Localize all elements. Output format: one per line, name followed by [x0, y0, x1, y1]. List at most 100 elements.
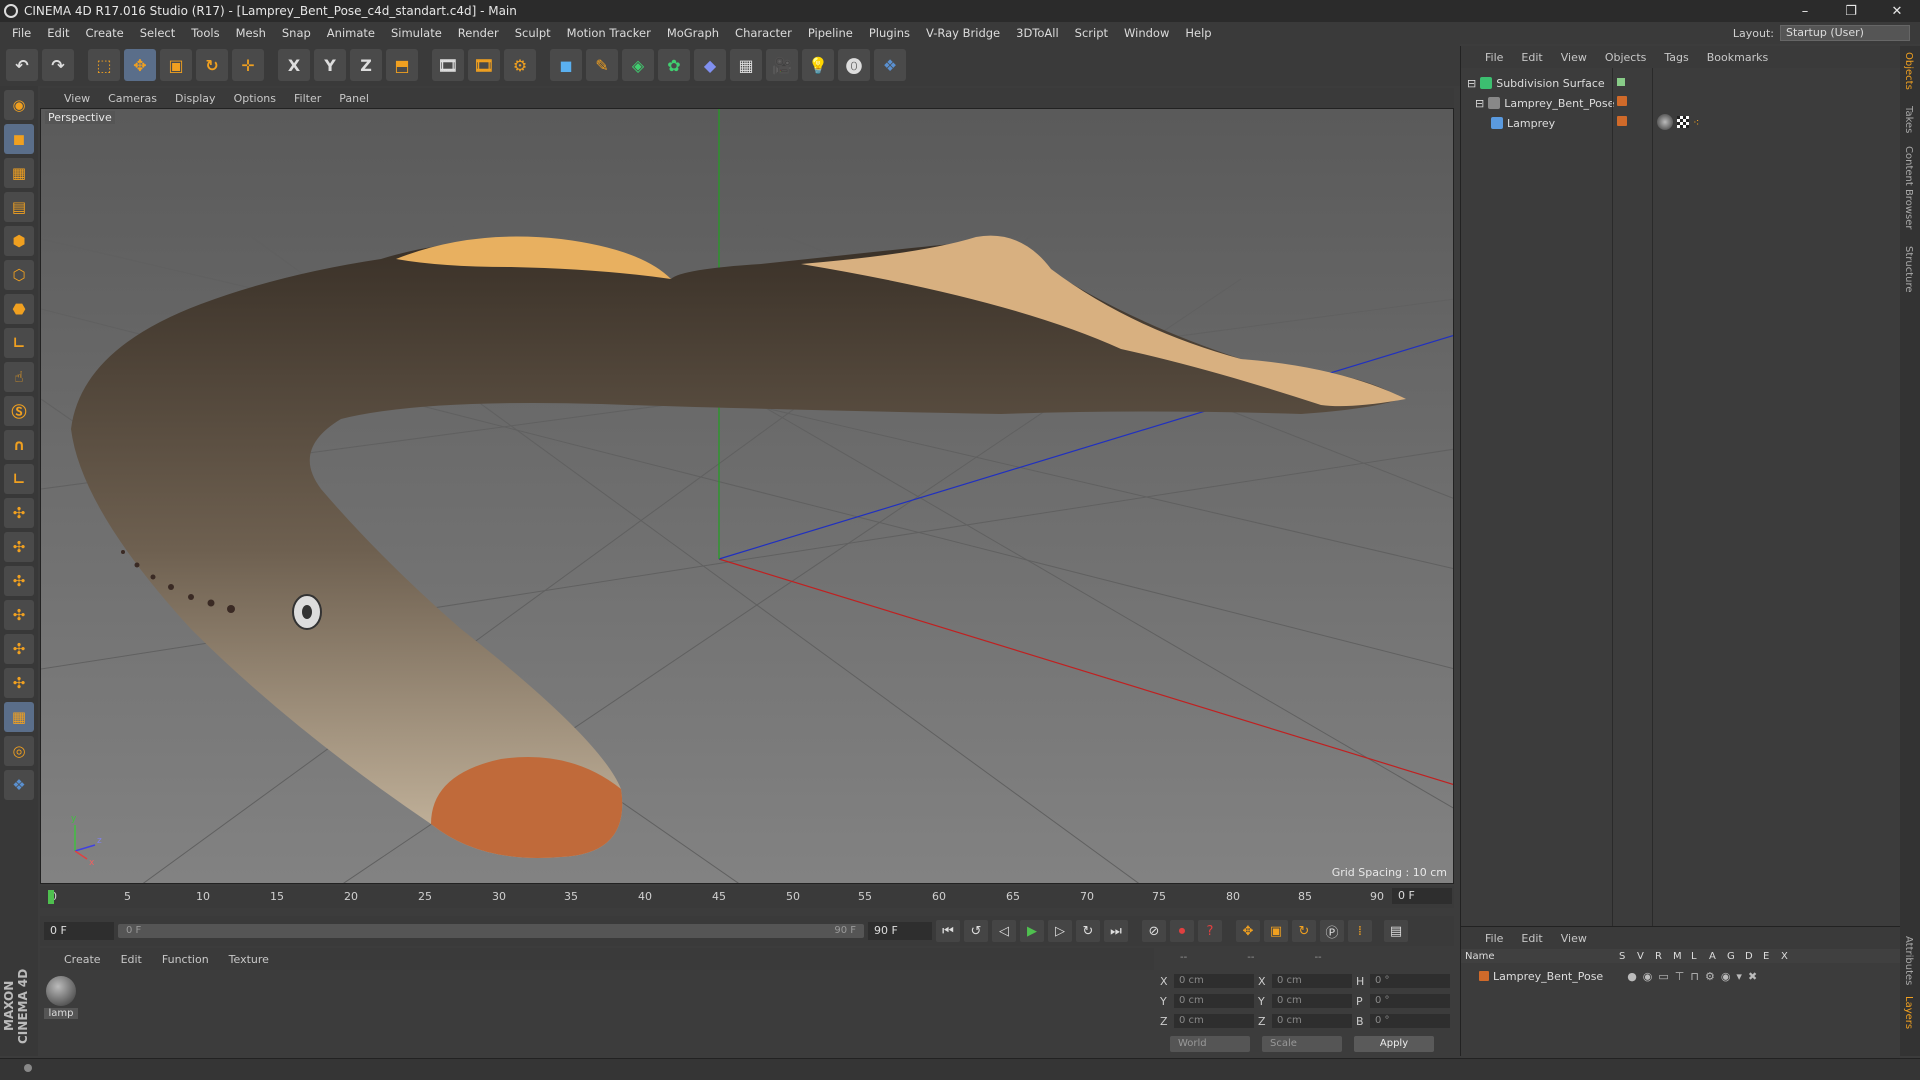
paint-icon[interactable]: ✣	[4, 668, 34, 698]
rotation-b-field[interactable]: 0 °	[1370, 1014, 1450, 1028]
layer-swatch-icon[interactable]	[1617, 96, 1627, 109]
key-pla-icon[interactable]: ⁞	[1348, 920, 1372, 942]
start-frame-field[interactable]: 0 F	[44, 922, 114, 940]
menu-mesh[interactable]: Mesh	[228, 26, 274, 40]
render-picture-viewer-icon[interactable]: 🎞	[468, 49, 500, 81]
coord-system-dropdown[interactable]: World	[1170, 1036, 1250, 1052]
tab-attributes[interactable]: Attributes	[1903, 936, 1914, 985]
lm-menu-file[interactable]: File	[1485, 932, 1503, 945]
weight-tag-icon[interactable]: ⁖	[1693, 116, 1699, 129]
x-axis-icon[interactable]: X	[278, 49, 310, 81]
menu-character[interactable]: Character	[727, 26, 800, 40]
apply-button[interactable]: Apply	[1354, 1036, 1434, 1052]
polygons-mode-icon[interactable]: ⬣	[4, 294, 34, 324]
autokey-icon[interactable]: ?	[1198, 920, 1222, 942]
light-icon[interactable]: 💡	[802, 49, 834, 81]
play-icon[interactable]: ▶	[1020, 920, 1044, 942]
record-key-icon[interactable]: ⏺	[1170, 920, 1194, 942]
lock-s-icon[interactable]: ✣	[4, 600, 34, 630]
solo-icon[interactable]: Ⓢ	[4, 396, 34, 426]
snap-axis-icon[interactable]: ∟	[4, 464, 34, 494]
lock-p-icon[interactable]: ✣	[4, 532, 34, 562]
menu-vray-bridge[interactable]: V-Ray Bridge	[918, 26, 1008, 40]
menu-snap[interactable]: Snap	[274, 26, 319, 40]
make-editable-icon[interactable]: ◉	[4, 90, 34, 120]
deformer-icon[interactable]: ◆	[694, 49, 726, 81]
frame-range-slider[interactable]: 0 F 90 F	[118, 924, 864, 938]
menu-file[interactable]: File	[4, 26, 39, 40]
points-mode-icon[interactable]: ⬢	[4, 226, 34, 256]
end-frame-field[interactable]: 90 F	[868, 922, 932, 940]
script-python-icon[interactable]: ❖	[4, 770, 34, 800]
viewport-menu-display[interactable]: Display	[175, 92, 216, 105]
menu-window[interactable]: Window	[1116, 26, 1177, 40]
material-name[interactable]: lamp	[44, 1008, 78, 1019]
object-name[interactable]: Subdivision Surface	[1496, 77, 1604, 90]
y-axis-icon[interactable]: Y	[314, 49, 346, 81]
render-view-icon[interactable]: 🎞	[432, 49, 464, 81]
redo-icon[interactable]: ↷	[42, 49, 74, 81]
key-param-icon[interactable]: Ⓟ	[1320, 920, 1344, 942]
next-frame-icon[interactable]: ▷	[1048, 920, 1072, 942]
python-icon[interactable]: ❖	[874, 49, 906, 81]
om-menu-tags[interactable]: Tags	[1664, 51, 1688, 64]
om-menu-bookmarks[interactable]: Bookmarks	[1707, 51, 1768, 64]
material-thumbnail[interactable]	[46, 976, 76, 1006]
next-key-icon[interactable]: ↻	[1076, 920, 1100, 942]
previous-frame-icon[interactable]: ◁	[992, 920, 1016, 942]
menu-create[interactable]: Create	[78, 26, 132, 40]
go-to-start-icon[interactable]: ⏮	[936, 920, 960, 942]
layer-color-icon[interactable]	[1479, 971, 1489, 981]
menu-motion-tracker[interactable]: Motion Tracker	[559, 26, 659, 40]
rotation-h-field[interactable]: 0 °	[1370, 974, 1450, 988]
om-menu-edit[interactable]: Edit	[1521, 51, 1542, 64]
go-to-end-icon[interactable]: ⏭	[1104, 920, 1128, 942]
tab-content-browser[interactable]: Content Browser	[1903, 146, 1914, 229]
menu-plugins[interactable]: Plugins	[861, 26, 918, 40]
vray-icon[interactable]: ⓿	[838, 49, 870, 81]
edges-mode-icon[interactable]: ⬡	[4, 260, 34, 290]
object-row[interactable]: ⊟ Subdivision Surface	[1467, 74, 1605, 92]
grid-snap-icon[interactable]: ▦	[4, 702, 34, 732]
layer-toggle-icons[interactable]: ●◉▭⊤⊓⚙◉▾✖	[1627, 970, 1763, 983]
subdivision-icon[interactable]: ◈	[622, 49, 654, 81]
viewport-menu-cameras[interactable]: Cameras	[108, 92, 157, 105]
size-x-field[interactable]: 0 cm	[1272, 974, 1352, 988]
viewport-menu-options[interactable]: Options	[234, 92, 276, 105]
key-rotation-icon[interactable]: ↻	[1292, 920, 1316, 942]
material-menu-create[interactable]: Create	[64, 953, 101, 966]
om-menu-view[interactable]: View	[1561, 51, 1587, 64]
size-y-field[interactable]: 0 cm	[1272, 994, 1352, 1008]
floor-icon[interactable]: ▦	[730, 49, 762, 81]
size-z-field[interactable]: 0 cm	[1272, 1014, 1352, 1028]
menu-script[interactable]: Script	[1067, 26, 1116, 40]
size-mode-dropdown[interactable]: Scale	[1262, 1036, 1342, 1052]
timeline-window-icon[interactable]: ▤	[1384, 920, 1408, 942]
playhead-marker[interactable]	[48, 890, 54, 904]
position-x-field[interactable]: 0 cm	[1174, 974, 1254, 988]
menu-3dtoall[interactable]: 3DToAll	[1008, 26, 1067, 40]
workplane-icon[interactable]: ▤	[4, 192, 34, 222]
menu-pipeline[interactable]: Pipeline	[800, 26, 861, 40]
array-icon[interactable]: ✿	[658, 49, 690, 81]
object-row[interactable]: ⊟ Lamprey_Bent_Pose	[1475, 94, 1614, 112]
z-axis-icon[interactable]: Z	[350, 49, 382, 81]
viewport-menu-view[interactable]: View	[64, 92, 90, 105]
material-menu-function[interactable]: Function	[162, 953, 209, 966]
layer-name[interactable]: Lamprey_Bent_Pose	[1493, 970, 1603, 983]
render-settings-icon[interactable]: ⚙	[504, 49, 536, 81]
move-icon[interactable]: ✥	[124, 49, 156, 81]
viewport-menu-filter[interactable]: Filter	[294, 92, 321, 105]
cube-icon[interactable]: ◼	[550, 49, 582, 81]
model-mode-icon[interactable]: ◼	[4, 124, 34, 154]
uvw-tag-icon[interactable]	[1677, 116, 1689, 128]
position-y-field[interactable]: 0 cm	[1174, 994, 1254, 1008]
lock-r-icon[interactable]: ✣	[4, 566, 34, 596]
rotate-icon[interactable]: ↻	[196, 49, 228, 81]
motion-record-icon[interactable]: ⊘	[1142, 920, 1166, 942]
minimize-button[interactable]: –	[1782, 4, 1828, 19]
collapse-icon[interactable]: ⊟	[1467, 77, 1476, 90]
menu-animate[interactable]: Animate	[319, 26, 383, 40]
material-menu-edit[interactable]: Edit	[121, 953, 142, 966]
om-menu-objects[interactable]: Objects	[1605, 51, 1647, 64]
